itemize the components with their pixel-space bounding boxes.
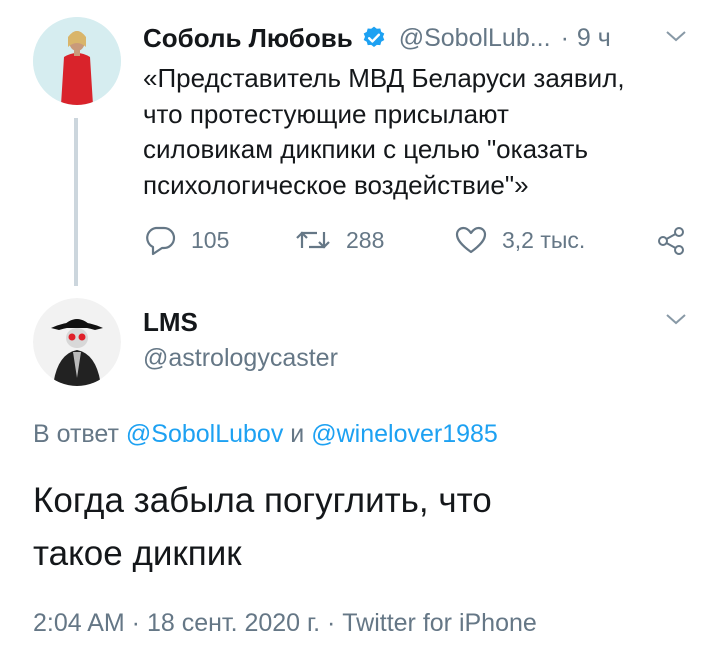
reply-prefix: В ответ <box>33 420 119 448</box>
mention-link[interactable]: @SobolLubov <box>126 420 283 448</box>
reply-and: и <box>290 420 305 448</box>
tweet2-text: Когда забыла погуглить, что такое дикпик <box>33 474 492 580</box>
reply-count: 105 <box>191 226 230 253</box>
chevron-down-icon[interactable] <box>664 28 688 49</box>
retweet-action[interactable]: 288 <box>294 224 384 256</box>
tweet2-line: Когда забыла погуглить, что <box>33 481 492 520</box>
tweet-footer[interactable]: 2:04 AM · 18 сент. 2020 г. · Twitter for… <box>33 609 537 638</box>
share-icon[interactable] <box>654 224 688 263</box>
author-handle[interactable]: @astrologycaster <box>143 344 338 373</box>
dot-separator: · <box>560 23 569 52</box>
like-count: 3,2 тыс. <box>502 226 586 253</box>
like-icon <box>454 224 488 256</box>
mention-link[interactable]: @winelover1985 <box>311 420 498 448</box>
tweet1-line: что протестующие присылают <box>143 98 509 129</box>
verified-badge-icon <box>361 25 387 51</box>
like-action[interactable]: 3,2 тыс. <box>454 224 585 256</box>
tweet1-text: «Представитель МВД Беларуси заявил, что … <box>143 61 703 203</box>
retweet-count: 288 <box>346 226 385 253</box>
chevron-down-icon[interactable] <box>664 311 688 332</box>
author-name[interactable]: LMS <box>143 307 198 338</box>
tweet1-line: психологическое воздействие"» <box>143 169 529 200</box>
tweet2-line: такое дикпик <box>33 534 242 573</box>
avatar-lms[interactable] <box>33 298 121 386</box>
tweet1-header: Соболь Любовь @SobolLub... · 9 ч <box>143 22 611 54</box>
tweet1-line: силовикам дикпики с целью "оказать <box>143 134 589 164</box>
avatar-sobol[interactable] <box>33 17 121 105</box>
reply-action[interactable]: 105 <box>143 224 229 256</box>
tweet1-line: «Представитель МВД Беларуси заявил, <box>143 63 625 93</box>
retweet-icon <box>294 224 332 256</box>
author-handle[interactable]: @SobolLub... <box>399 24 551 53</box>
thread-line <box>74 118 78 286</box>
reply-icon <box>143 224 177 256</box>
reply-context: В ответ @SobolLubov и @winelover1985 <box>33 420 498 449</box>
tweet-time[interactable]: 9 ч <box>577 24 611 53</box>
author-name[interactable]: Соболь Любовь <box>143 23 353 54</box>
